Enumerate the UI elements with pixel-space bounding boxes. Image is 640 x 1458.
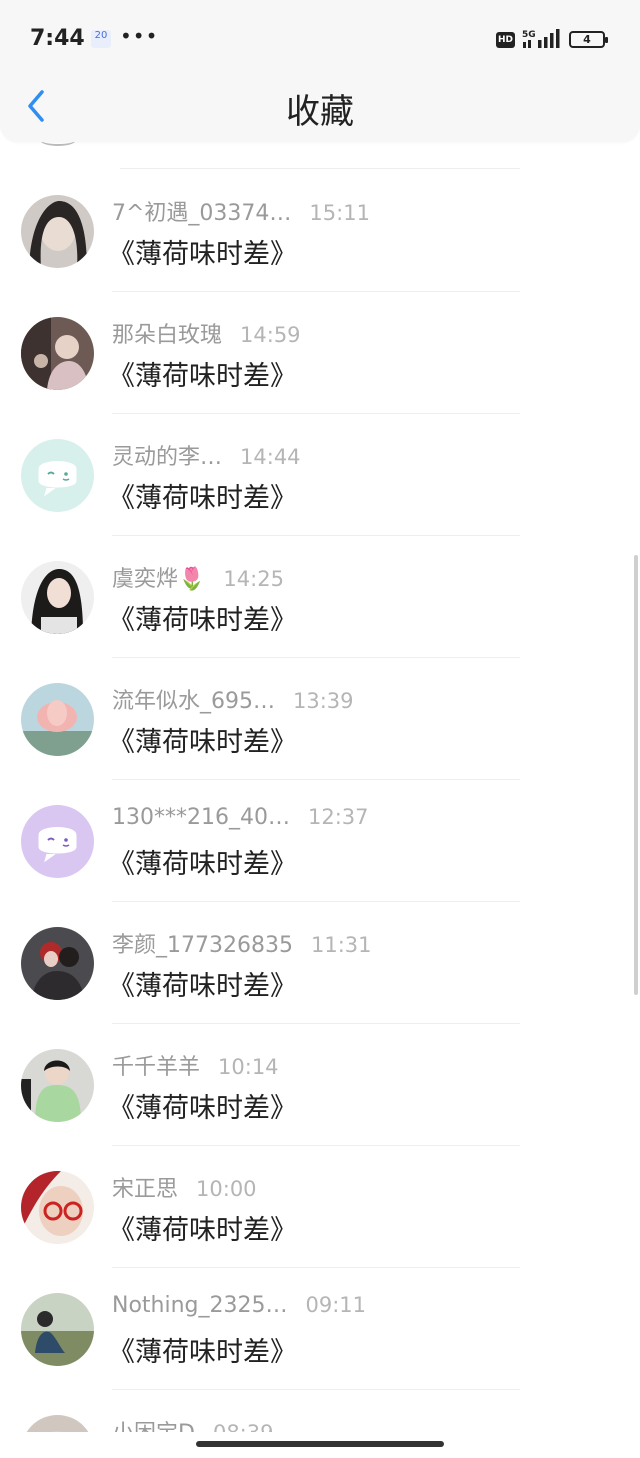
- user-name[interactable]: 虞奕烨🌷: [112, 567, 205, 592]
- favorite-content[interactable]: 《薄荷味时差》: [108, 476, 297, 515]
- favorite-content[interactable]: 《薄荷味时差》: [108, 1086, 297, 1125]
- home-indicator[interactable]: [196, 1441, 444, 1447]
- user-name[interactable]: 那朵白玫瑰: [112, 323, 222, 348]
- timestamp: 09:11: [305, 1293, 367, 1317]
- user-name[interactable]: 130***216_40…: [112, 805, 290, 830]
- user-name[interactable]: 灵动的李…: [112, 445, 222, 470]
- timestamp: 15:11: [309, 201, 370, 225]
- hd-icon: HD: [496, 32, 515, 48]
- list-item[interactable]: 7^初遇_03374… 15:11 《薄荷味时差》: [0, 170, 640, 292]
- user-name[interactable]: 千千羊羊: [112, 1055, 200, 1080]
- avatar[interactable]: [21, 195, 94, 268]
- list-item[interactable]: 千千羊羊 10:14 《薄荷味时差》: [0, 1024, 640, 1146]
- user-name[interactable]: 李颜_177326835: [112, 933, 293, 958]
- favorite-content[interactable]: 《薄荷味时差》: [108, 720, 297, 759]
- favorite-content[interactable]: 《薄荷味时差》: [108, 1208, 297, 1247]
- item-meta: 灵动的李… 14:44: [112, 439, 301, 471]
- notification-badge: 20: [91, 30, 111, 48]
- user-name[interactable]: Nothing_2325…: [112, 1293, 288, 1318]
- scrollbar[interactable]: [634, 555, 638, 995]
- list-item[interactable]: 灵动的李… 14:44 《薄荷味时差》: [0, 414, 640, 536]
- favorite-content[interactable]: 《薄荷味时差》: [108, 1330, 297, 1369]
- timestamp: 11:31: [310, 933, 372, 957]
- timestamp: 10:14: [218, 1055, 279, 1079]
- user-name[interactable]: 小困宝D: [112, 1421, 195, 1432]
- avatar[interactable]: [21, 317, 94, 390]
- list-item[interactable]: 李颜_177326835 11:31 《薄荷味时差》: [0, 902, 640, 1024]
- item-meta: 那朵白玫瑰 14:59: [112, 317, 301, 349]
- list-item[interactable]: 那朵白玫瑰 14:59 《薄荷味时差》: [0, 292, 640, 414]
- divider: [120, 168, 520, 169]
- list-item[interactable]: 130***216_40… 12:37 《薄荷味时差》: [0, 780, 640, 902]
- timestamp: 13:39: [293, 689, 354, 713]
- more-notifications-icon: •••: [120, 24, 159, 48]
- avatar[interactable]: [21, 683, 94, 756]
- item-meta: Nothing_2325… 09:11: [112, 1293, 366, 1318]
- timestamp: 12:37: [307, 805, 369, 829]
- signal-icon: 5G: [522, 29, 560, 48]
- item-meta: 流年似水_695… 13:39: [112, 683, 354, 715]
- avatar[interactable]: [21, 927, 94, 1000]
- item-meta: 130***216_40… 12:37: [112, 805, 369, 830]
- user-name[interactable]: 流年似水_695…: [112, 689, 275, 714]
- favorite-content[interactable]: 《薄荷味时差》: [108, 232, 297, 271]
- avatar[interactable]: [21, 561, 94, 634]
- favorite-content[interactable]: 《薄荷味时差》: [108, 598, 297, 637]
- user-name[interactable]: 7^初遇_03374…: [112, 201, 291, 226]
- list-item[interactable]: 流年似水_695… 13:39 《薄荷味时差》: [0, 658, 640, 780]
- default-chat-avatar-icon[interactable]: [21, 439, 94, 512]
- timestamp: 14:59: [240, 323, 301, 347]
- network-type-label: 5G: [522, 30, 536, 40]
- list-item[interactable]: 宋正思 10:00 《薄荷味时差》: [0, 1146, 640, 1268]
- item-meta: 小困宝D 08:39: [112, 1415, 273, 1432]
- partial-avatar: [40, 142, 76, 146]
- item-meta: 7^初遇_03374… 15:11: [112, 195, 370, 227]
- favorite-content[interactable]: 《薄荷味时差》: [108, 842, 297, 881]
- avatar[interactable]: [21, 1293, 94, 1366]
- list-item[interactable]: 虞奕烨🌷 14:25 《薄荷味时差》: [0, 536, 640, 658]
- avatar[interactable]: [21, 1415, 94, 1432]
- list-item[interactable]: Nothing_2325… 09:11 《薄荷味时差》: [0, 1268, 640, 1390]
- timestamp: 08:39: [213, 1421, 274, 1432]
- status-time: 7:44: [30, 26, 85, 51]
- favorite-content[interactable]: 《薄荷味时差》: [108, 354, 297, 393]
- timestamp: 14:44: [240, 445, 301, 469]
- avatar[interactable]: [21, 1171, 94, 1244]
- item-meta: 李颜_177326835 11:31: [112, 927, 372, 959]
- favorites-list[interactable]: 7^初遇_03374… 15:11 《薄荷味时差》 那朵白玫瑰 14:59 《薄荷味时差》…: [0, 142, 640, 1432]
- item-meta: 虞奕烨🌷 14:25: [112, 561, 284, 593]
- item-meta: 宋正思 10:00: [112, 1171, 257, 1203]
- item-meta: 千千羊羊 10:14: [112, 1049, 279, 1081]
- default-chat-avatar-icon[interactable]: [21, 805, 94, 878]
- battery-icon: 4: [569, 31, 608, 48]
- timestamp: 14:25: [223, 567, 284, 591]
- list-item[interactable]: 小困宝D 08:39: [0, 1390, 640, 1432]
- user-name[interactable]: 宋正思: [112, 1177, 178, 1202]
- favorite-content[interactable]: 《薄荷味时差》: [108, 964, 297, 1003]
- avatar[interactable]: [21, 1049, 94, 1122]
- page-title: 收藏: [286, 92, 354, 132]
- navigation-bar: 收藏: [0, 66, 640, 142]
- timestamp: 10:00: [196, 1177, 257, 1201]
